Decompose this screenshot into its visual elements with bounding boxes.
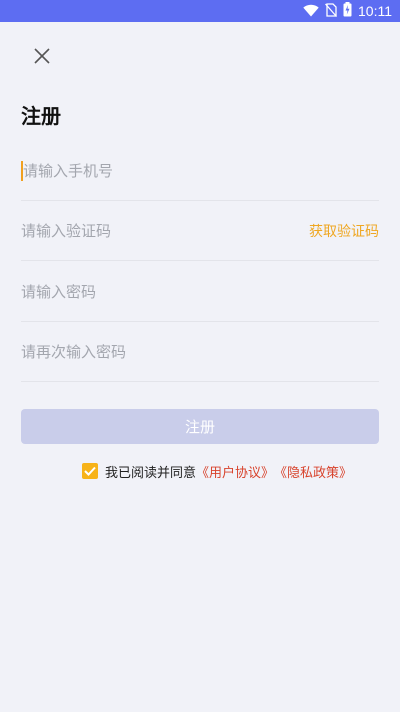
battery-charging-icon bbox=[343, 1, 352, 21]
status-bar: 10:11 bbox=[0, 0, 400, 22]
confirm-password-field bbox=[21, 322, 379, 382]
agreement-checkbox[interactable] bbox=[82, 463, 98, 479]
close-button[interactable] bbox=[28, 44, 56, 72]
page-title: 注册 bbox=[21, 104, 61, 128]
verification-code-input[interactable] bbox=[21, 219, 301, 243]
agreement-row: 我已阅读并同意 《用户协议》 《隐私政策》 bbox=[82, 461, 352, 481]
checkmark-icon bbox=[84, 466, 96, 476]
phone-input[interactable] bbox=[23, 159, 303, 183]
wifi-icon bbox=[303, 2, 319, 21]
privacy-policy-link[interactable]: 《隐私政策》 bbox=[274, 462, 352, 481]
password-field bbox=[21, 262, 379, 322]
get-code-button[interactable]: 获取验证码 bbox=[309, 221, 379, 241]
user-agreement-link[interactable]: 《用户协议》 bbox=[196, 462, 274, 481]
code-field: 获取验证码 bbox=[21, 201, 379, 261]
agreement-prefix: 我已阅读并同意 bbox=[105, 465, 197, 481]
confirm-password-input[interactable] bbox=[21, 340, 301, 364]
register-button[interactable]: 注册 bbox=[21, 409, 379, 444]
close-icon bbox=[34, 48, 50, 68]
status-icons: 10:11 bbox=[303, 0, 392, 22]
password-input[interactable] bbox=[21, 280, 301, 304]
no-sim-icon bbox=[325, 2, 337, 21]
phone-field bbox=[21, 141, 379, 201]
status-time: 10:11 bbox=[358, 3, 392, 19]
